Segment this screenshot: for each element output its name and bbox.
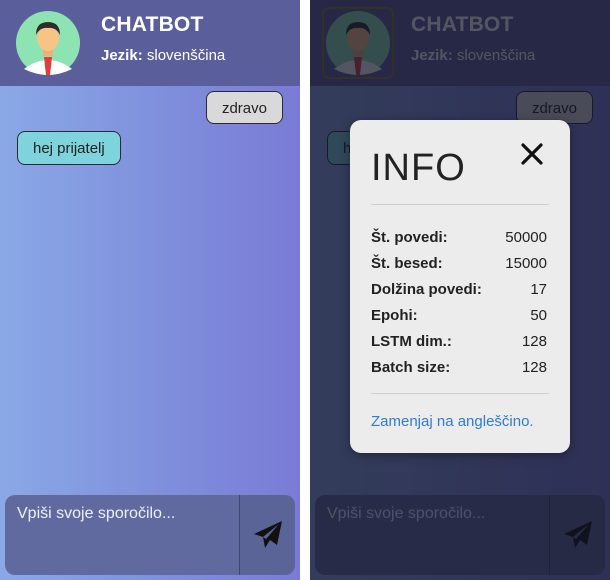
close-icon[interactable] bbox=[518, 140, 546, 168]
stat-row: Dolžina povedi: 17 bbox=[371, 277, 547, 303]
message-input[interactable] bbox=[5, 495, 239, 575]
stat-row: Št. povedi: 50000 bbox=[371, 225, 547, 251]
message-composer bbox=[5, 495, 295, 575]
stat-value: 50 bbox=[530, 307, 547, 324]
app-title: CHATBOT bbox=[101, 13, 204, 36]
stat-label: LSTM dim.: bbox=[371, 333, 452, 350]
chat-panel: CHATBOT Jezik: slovenščina zdravo hej pr… bbox=[0, 0, 300, 580]
stat-row: LSTM dim.: 128 bbox=[371, 329, 547, 355]
stat-label: Dolžina povedi: bbox=[371, 281, 482, 298]
stat-row: Št. besed: 15000 bbox=[371, 251, 547, 277]
send-button[interactable] bbox=[239, 495, 295, 575]
stat-label: Št. besed: bbox=[371, 255, 443, 272]
info-modal: INFO Št. povedi: 50000 Št. besed: 15000 … bbox=[350, 120, 570, 453]
modal-divider-bottom bbox=[371, 393, 549, 394]
language-label: Jezik: bbox=[101, 47, 143, 64]
stat-label: Št. povedi: bbox=[371, 229, 448, 246]
stat-value: 50000 bbox=[505, 229, 547, 246]
stats-list: Št. povedi: 50000 Št. besed: 15000 Dolži… bbox=[371, 225, 547, 381]
language-value: slovenščina bbox=[146, 47, 226, 64]
user-message: zdravo bbox=[205, 91, 283, 124]
user-avatar-icon bbox=[16, 11, 80, 75]
stat-row: Batch size: 128 bbox=[371, 355, 547, 381]
modal-title: INFO bbox=[371, 147, 466, 189]
stat-label: Batch size: bbox=[371, 359, 451, 376]
stat-value: 17 bbox=[530, 281, 547, 298]
modal-divider-top bbox=[371, 204, 549, 205]
bot-message: hej prijatelj bbox=[17, 131, 121, 165]
stat-value: 128 bbox=[521, 333, 547, 350]
chat-panel-info-open: CHATBOT Jezik: slovenščina zdravo hej pr… bbox=[310, 0, 610, 580]
paper-plane-icon bbox=[254, 521, 282, 548]
stat-label: Epohi: bbox=[371, 307, 418, 324]
chat-header: CHATBOT Jezik: slovenščina bbox=[0, 0, 300, 86]
switch-language-link[interactable]: Zamenjaj na angleščino. bbox=[371, 413, 534, 430]
stat-value: 128 bbox=[521, 359, 547, 376]
stat-value: 15000 bbox=[505, 255, 547, 272]
language-indicator: Jezik: slovenščina bbox=[101, 47, 225, 64]
stat-row: Epohi: 50 bbox=[371, 303, 547, 329]
